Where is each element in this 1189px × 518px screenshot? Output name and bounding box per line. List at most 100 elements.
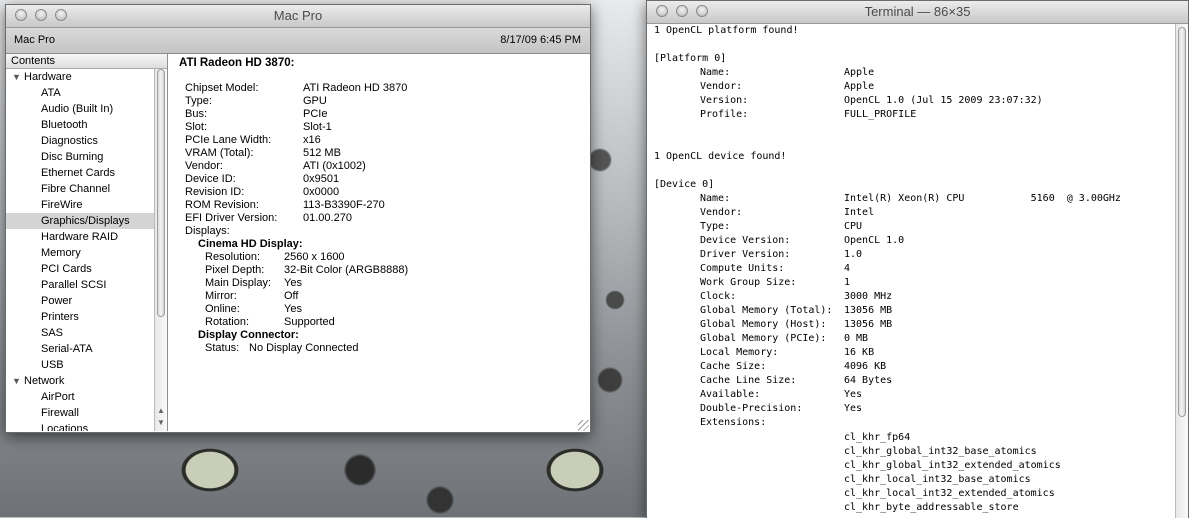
- property-row: PCIe Lane Width: x16: [185, 134, 585, 147]
- terminal-property-value: Yes: [844, 403, 863, 414]
- sidebar-item[interactable]: Printers: [6, 309, 167, 325]
- sidebar-item[interactable]: Bluetooth: [6, 117, 167, 133]
- sidebar-item-label: Hardware: [24, 71, 72, 83]
- sidebar-item[interactable]: FireWire: [6, 197, 167, 213]
- property-value: x16: [303, 134, 321, 146]
- sidebar-item[interactable]: SAS: [6, 325, 167, 341]
- property-key: Chipset Model:: [185, 82, 259, 94]
- terminal-property-key: Global Memory (Host):: [700, 319, 827, 330]
- scroll-arrows[interactable]: ▲ ▼: [155, 405, 167, 429]
- terminal-property-key: Double-Precision:: [700, 403, 803, 414]
- disclosure-triangle-icon[interactable]: ▼: [12, 69, 24, 85]
- terminal-property-value: FULL_PROFILE: [844, 109, 917, 120]
- terminal-output[interactable]: 1 OpenCL platform found! [Platform 0] Name…: [647, 24, 1176, 518]
- sidebar-item-label: Power: [41, 295, 73, 307]
- property-row: Revision ID: 0x0000: [185, 186, 585, 199]
- sidebar-item[interactable]: Power: [6, 293, 167, 309]
- sidebar-scrollbar[interactable]: ▲ ▼: [154, 69, 167, 431]
- sidebar-item[interactable]: Firewall: [6, 405, 167, 421]
- terminal-property-value: Intel(R) Xeon(R) CPU 5160 @ 3.00GHz: [844, 193, 1121, 204]
- disclosure-triangle-icon[interactable]: ▼: [12, 373, 24, 389]
- property-row: Bus: PCIe: [185, 108, 585, 121]
- contents-header[interactable]: Contents: [6, 54, 167, 69]
- terminal-property-row: Global Memory (Total): 13056 MB: [647, 304, 1167, 318]
- terminal-property-row: Vendor: Intel: [647, 206, 1167, 220]
- property-row: EFI Driver Version: 01.00.270: [185, 212, 585, 225]
- close-button[interactable]: [15, 9, 27, 21]
- sidebar-item[interactable]: Ethernet Cards: [6, 165, 167, 181]
- sidebar-item[interactable]: Disc Burning: [6, 149, 167, 165]
- sidebar-item-label: Memory: [41, 247, 81, 259]
- scroll-thumb[interactable]: [157, 69, 165, 317]
- property-row: Pixel Depth: 32-Bit Color (ARGB8888): [205, 264, 589, 277]
- terminal-scrollbar[interactable]: [1175, 24, 1188, 518]
- property-key: Main Display:: [205, 277, 272, 289]
- connector-name: Display Connector:: [198, 329, 299, 341]
- property-key: Revision ID:: [185, 186, 245, 198]
- sidebar-item-label: Diagnostics: [41, 135, 98, 147]
- terminal-property-value: 3000 MHz: [844, 291, 893, 302]
- sidebar-item[interactable]: Parallel SCSI: [6, 277, 167, 293]
- property-key: VRAM (Total):: [185, 147, 254, 159]
- terminal-property-value: 13056 MB: [844, 305, 893, 316]
- terminal-property-row: Name: Apple: [647, 66, 1167, 80]
- contents-tree: ▼ Hardware ATA Audio (Built In) Bluetooth Dia…: [6, 69, 167, 431]
- terminal-property-key: Compute Units:: [700, 263, 785, 274]
- sidebar-item[interactable]: ATA: [6, 85, 167, 101]
- profiler-title-bar[interactable]: Mac Pro: [6, 5, 590, 28]
- sidebar-item[interactable]: PCI Cards: [6, 261, 167, 277]
- terminal-property-row: Cache Size: 4096 KB: [647, 360, 1167, 374]
- terminal-title-bar[interactable]: Terminal — 86×35: [647, 1, 1188, 24]
- terminal-property-row: Profile: FULL_PROFILE: [647, 108, 1167, 122]
- terminal-property-value: 64 Bytes: [844, 375, 893, 386]
- sidebar-item[interactable]: Audio (Built In): [6, 101, 167, 117]
- terminal-property-key: Type:: [700, 221, 731, 232]
- tree-group[interactable]: ▼ Hardware: [6, 69, 167, 85]
- property-key: Pixel Depth:: [205, 264, 265, 276]
- terminal-property-value: 4096 KB: [844, 361, 887, 372]
- property-value: 32-Bit Color (ARGB8888): [284, 264, 409, 276]
- terminal-property-key: Driver Version:: [700, 249, 791, 260]
- terminal-property-value: Intel: [844, 207, 875, 218]
- sidebar-item[interactable]: Graphics/Displays: [6, 213, 167, 229]
- property-row: Online: Yes: [205, 303, 589, 316]
- terminal-property-key: Profile:: [700, 109, 749, 120]
- scroll-thumb[interactable]: [1178, 27, 1186, 417]
- terminal-property-key: Cache Line Size:: [700, 375, 797, 386]
- sidebar-item[interactable]: Diagnostics: [6, 133, 167, 149]
- zoom-button[interactable]: [55, 9, 67, 21]
- property-value: Yes: [284, 277, 302, 289]
- close-button[interactable]: [656, 5, 668, 17]
- sidebar-item-label: Audio (Built In): [41, 103, 114, 115]
- property-value: ATI Radeon HD 3870: [303, 82, 408, 94]
- zoom-button[interactable]: [696, 5, 708, 17]
- detail-pane: ATI Radeon HD 3870: Chipset Model: ATI Ra…: [173, 54, 589, 431]
- resize-grip[interactable]: [578, 420, 589, 431]
- displays-label: Displays:: [185, 225, 230, 237]
- sidebar-item-label: Fibre Channel: [41, 183, 111, 195]
- sidebar-item[interactable]: Fibre Channel: [6, 181, 167, 197]
- terminal-property-row: Work Group Size: 1: [647, 276, 1167, 290]
- property-row: VRAM (Total): 512 MB: [185, 147, 585, 160]
- sidebar-item[interactable]: USB: [6, 357, 167, 373]
- terminal-property-row: Compute Units: 4: [647, 262, 1167, 276]
- minimize-button[interactable]: [676, 5, 688, 17]
- terminal-property-row: Extensions:: [647, 416, 1167, 430]
- terminal-property-key: Device Version:: [700, 235, 791, 246]
- terminal-property-row: Vendor: Apple: [647, 80, 1167, 94]
- sidebar-item[interactable]: AirPort: [6, 389, 167, 405]
- window-controls: [15, 9, 67, 21]
- sidebar-item[interactable]: Locations: [6, 421, 167, 431]
- tree-group[interactable]: ▼ Network: [6, 373, 167, 389]
- window-title: Terminal — 86×35: [864, 4, 971, 19]
- minimize-button[interactable]: [35, 9, 47, 21]
- property-key: Status:: [205, 342, 240, 354]
- sidebar-item[interactable]: Hardware RAID: [6, 229, 167, 245]
- sidebar-item[interactable]: Serial-ATA: [6, 341, 167, 357]
- sidebar-item[interactable]: Memory: [6, 245, 167, 261]
- property-row: Device ID: 0x9501: [185, 173, 585, 186]
- contents-sidebar: Contents ▼ Hardware ATA Audio (Built In) Blu…: [6, 54, 168, 431]
- property-value: 0x9501: [303, 173, 340, 185]
- device-count-line: 1 OpenCL device found!: [654, 151, 787, 162]
- detail-title: ATI Radeon HD 3870:: [179, 57, 295, 69]
